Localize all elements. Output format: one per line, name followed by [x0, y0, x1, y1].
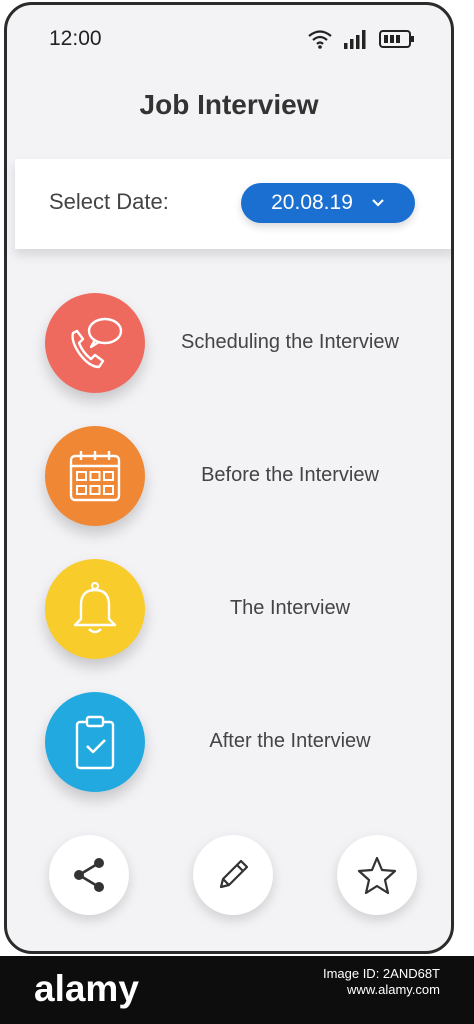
interview-circle — [45, 559, 145, 659]
status-time: 12:00 — [49, 27, 102, 50]
date-label: Select Date: — [49, 189, 169, 214]
watermark-bar: alamy Image ID: 2AND68T www.alamy.com — [0, 956, 474, 1024]
menu-item-interview[interactable]: The Interview — [7, 559, 451, 659]
battery-icon — [379, 30, 414, 48]
watermark-logo: alamy — [34, 968, 139, 1009]
menu-item-label: Before the Interview — [201, 464, 379, 486]
bell-icon — [73, 581, 117, 634]
watermark-info: Image ID: 2AND68T www.alamy.com — [323, 966, 440, 997]
menu-item-label: After the Interview — [209, 730, 371, 752]
status-bar: 12:00 — [7, 5, 451, 65]
date-value: 20.08.19 — [271, 191, 353, 214]
edit-button[interactable] — [193, 835, 273, 915]
star-icon — [357, 856, 397, 895]
before-circle — [45, 426, 145, 526]
menu-item-label: The Interview — [229, 597, 351, 619]
status-icons — [307, 29, 415, 49]
phone-frame: 12:00 Job Interview Select Date: 20.08.1… — [4, 2, 454, 954]
menu-item-after[interactable]: After the Interview — [7, 692, 451, 792]
menu-item-label: Scheduling the Interview — [181, 331, 399, 353]
chevron-down-icon — [372, 199, 384, 207]
date-dropdown[interactable]: 20.08.19 — [241, 183, 415, 223]
menu-item-before[interactable]: Before the Interview — [7, 426, 451, 526]
wifi-icon — [308, 30, 332, 49]
calendar-icon — [69, 451, 121, 502]
phone-chat-icon — [71, 317, 123, 369]
page-title: Job Interview — [139, 89, 319, 120]
scheduling-circle — [45, 293, 145, 393]
pencil-icon — [219, 859, 249, 889]
menu-item-scheduling[interactable]: Scheduling the Interview — [7, 293, 451, 393]
favorite-button[interactable] — [337, 835, 417, 915]
share-icon — [74, 858, 104, 892]
signal-icon — [344, 30, 366, 49]
watermark-image-id: Image ID: 2AND68T — [322, 966, 440, 981]
after-circle — [45, 692, 145, 792]
clipboard-check-icon — [75, 715, 115, 770]
share-button[interactable] — [49, 835, 129, 915]
watermark-url: www.alamy.com — [347, 981, 440, 997]
